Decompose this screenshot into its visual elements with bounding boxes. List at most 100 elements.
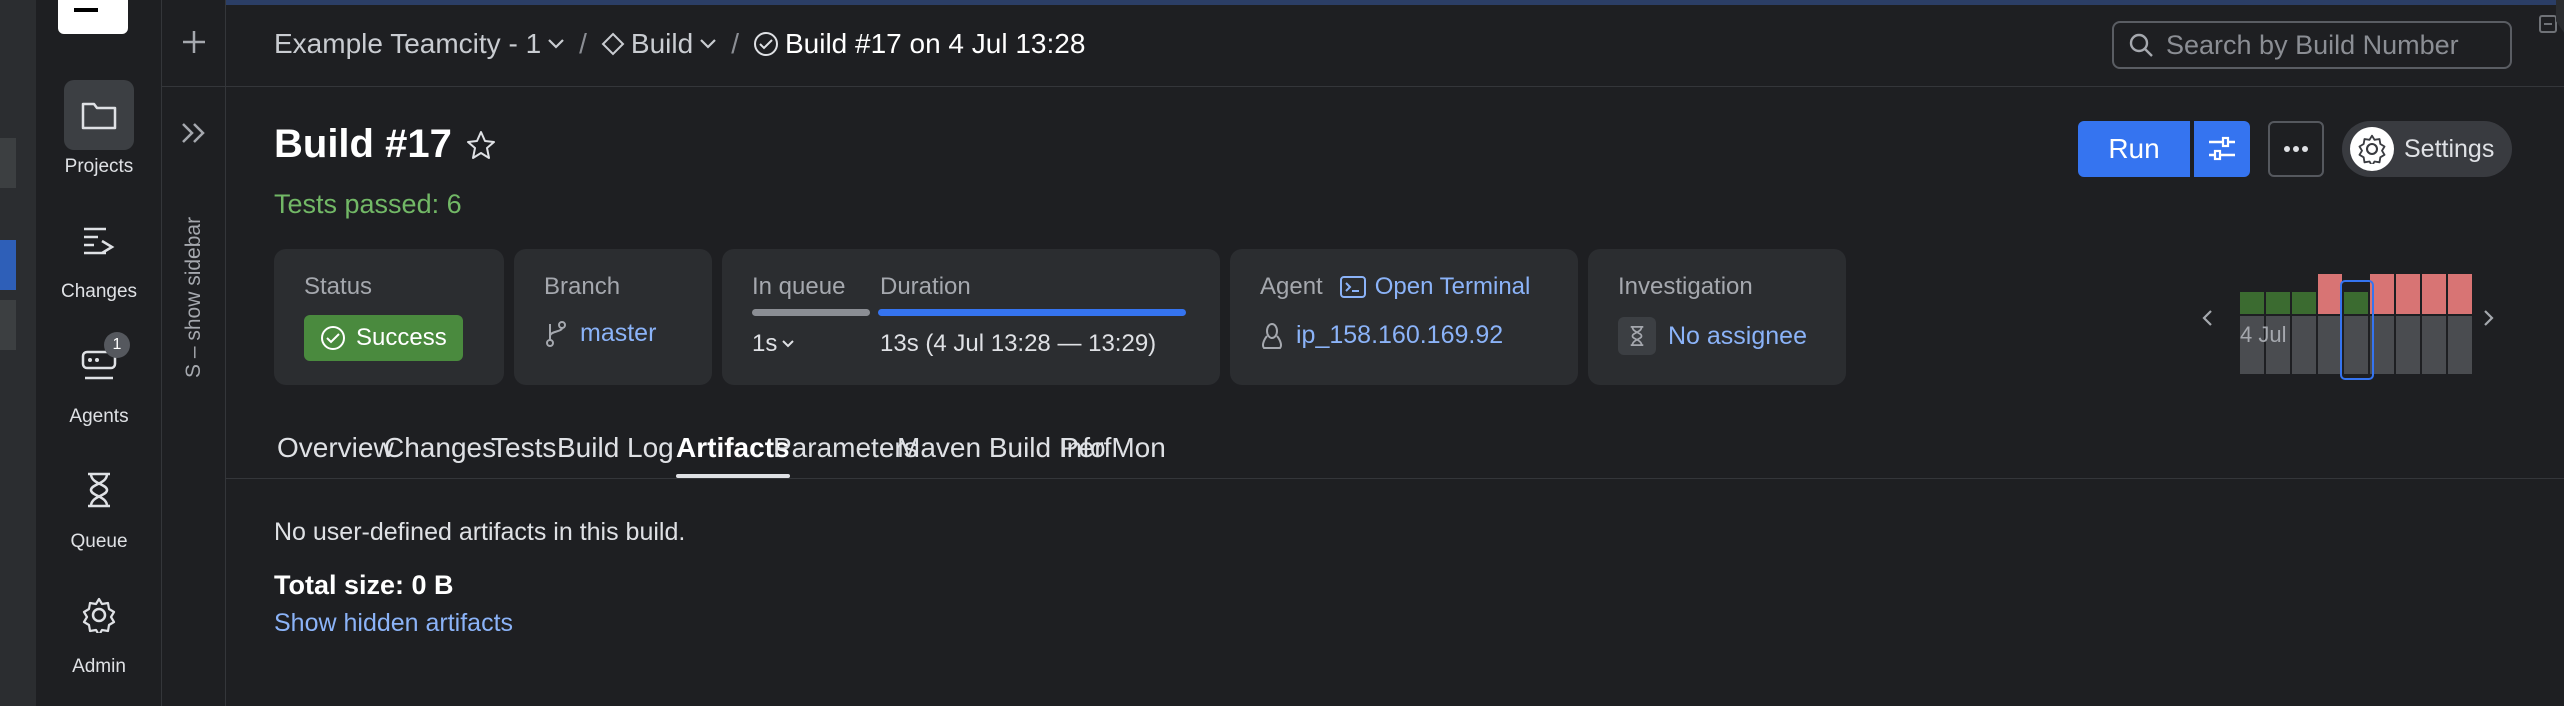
tab-perfmon[interactable]: PerfMon — [1060, 432, 1166, 464]
investigation-row[interactable]: No assignee — [1618, 317, 1816, 355]
chevron-down-icon — [782, 340, 795, 348]
status-badge: Success — [304, 315, 463, 361]
duration-track — [878, 309, 1186, 316]
history-build-duration — [2318, 316, 2342, 374]
ellipsis-icon — [2284, 146, 2308, 152]
run-button[interactable]: Run — [2078, 121, 2190, 177]
timing-card: In queue Duration 1s 13s (4 Jul 13:28 — … — [722, 249, 1220, 385]
queue-time: 1s — [752, 330, 778, 357]
folder-icon — [64, 80, 134, 150]
breadcrumb-project[interactable]: Example Teamcity - 1 — [274, 28, 565, 60]
breadcrumb-separator: / — [579, 28, 587, 59]
timing-bars — [752, 309, 1190, 316]
more-actions-button[interactable] — [2268, 121, 2324, 177]
changes-icon — [64, 205, 134, 275]
history-build-status — [2266, 292, 2290, 314]
chevron-down-icon — [548, 39, 564, 49]
duration-value: 13s (4 Jul 13:28 — 13:29) — [880, 330, 1157, 357]
edge-mark — [0, 300, 16, 350]
status-value: Success — [356, 324, 447, 351]
open-terminal-label: Open Terminal — [1374, 273, 1531, 300]
breadcrumb-current-label: Build #17 on 4 Jul 13:28 — [784, 28, 1086, 59]
in-queue-label: In queue — [752, 273, 846, 300]
branch-icon — [546, 320, 566, 347]
queue-value[interactable]: 1s — [752, 330, 870, 358]
teamcity-logo[interactable] — [58, 0, 128, 34]
tab-overview[interactable]: Overview — [277, 432, 394, 464]
history-date-label: 4 Jul — [2240, 322, 2287, 347]
tab-changes[interactable]: Changes — [384, 432, 496, 464]
history-build-bar[interactable] — [2396, 250, 2420, 380]
nav-admin-label: Admin — [72, 656, 126, 677]
agent-row[interactable]: ip_158.160.169.92 — [1260, 321, 1548, 350]
build-config-diamond-icon — [601, 32, 625, 56]
branch-value[interactable]: master — [580, 319, 656, 348]
history-build-bar[interactable] — [2318, 250, 2342, 380]
nav-queue[interactable]: Queue — [36, 455, 162, 553]
window-control-icon[interactable] — [2538, 14, 2558, 34]
branch-row[interactable]: master — [544, 319, 682, 348]
build-search[interactable] — [2112, 21, 2512, 69]
gear-icon — [64, 580, 134, 650]
history-build-duration — [2448, 316, 2472, 374]
tab-build-log[interactable]: Build Log — [557, 432, 674, 464]
show-hidden-artifacts-link[interactable]: Show hidden artifacts — [274, 609, 513, 638]
open-terminal-link[interactable]: Open Terminal — [1339, 273, 1531, 301]
agent-header: Agent Open Terminal — [1260, 273, 1548, 301]
run-options-button[interactable] — [2194, 121, 2250, 177]
breadcrumb: Example Teamcity - 1 / Build / Build #17… — [274, 28, 1085, 60]
sidebar-rail: S – show sidebar — [162, 0, 226, 706]
double-chevron-right-icon[interactable] — [176, 115, 212, 151]
edge-mark — [0, 240, 16, 290]
nav-projects[interactable]: Projects — [36, 80, 162, 178]
show-sidebar-toggle[interactable]: S – show sidebar — [182, 217, 206, 378]
star-icon[interactable] — [466, 130, 496, 160]
terminal-icon — [1339, 276, 1366, 298]
sliders-icon — [2209, 136, 2235, 161]
settings-label: Settings — [2404, 134, 2495, 163]
history-build-bar[interactable] — [2448, 250, 2472, 380]
agents-icon: 1 — [64, 330, 134, 400]
plus-icon[interactable] — [176, 24, 212, 60]
history-build-status — [2240, 292, 2264, 314]
chevron-down-icon — [700, 39, 716, 49]
nav-admin[interactable]: Admin — [36, 580, 162, 678]
agents-count-badge: 1 — [104, 332, 130, 358]
breadcrumb-project-label: Example Teamcity - 1 — [274, 28, 542, 59]
breadcrumb-build-config[interactable]: Build — [601, 28, 717, 60]
tab-parameters[interactable]: Parameters — [773, 432, 918, 464]
hourglass-icon — [1618, 317, 1656, 355]
history-build-bar[interactable] — [2266, 250, 2290, 380]
background-window-edge — [0, 0, 36, 706]
success-check-icon — [321, 326, 345, 350]
nav-agents[interactable]: 1 Agents — [36, 330, 162, 428]
nav-changes-label: Changes — [60, 281, 138, 302]
top-bar: Example Teamcity - 1 / Build / Build #17… — [226, 0, 2564, 87]
main-navigation: Projects Changes 1 Agents Queue Admin — [36, 0, 162, 706]
history-build-status — [2448, 274, 2472, 314]
search-icon — [2129, 33, 2153, 57]
duration-bar — [878, 309, 1186, 316]
agent-label: Agent — [1260, 273, 1323, 300]
chevron-left-icon[interactable] — [2200, 308, 2214, 328]
history-build-bar[interactable] — [2292, 250, 2316, 380]
hourglass-icon — [64, 455, 134, 525]
branch-label: Branch — [544, 273, 621, 300]
nav-changes[interactable]: Changes — [36, 205, 162, 303]
history-build-bar[interactable] — [2422, 250, 2446, 380]
history-build-status — [2422, 274, 2446, 314]
search-input[interactable] — [2166, 29, 2486, 61]
empty-artifacts-message: No user-defined artifacts in this build. — [274, 518, 686, 546]
history-build-bar[interactable] — [2240, 250, 2264, 380]
chevron-right-icon[interactable] — [2482, 308, 2496, 328]
investigation-value[interactable]: No assignee — [1668, 322, 1807, 351]
settings-button[interactable]: Settings — [2342, 121, 2512, 177]
duration-label: Duration — [880, 273, 971, 300]
agent-card: Agent Open Terminal ip_158.160.169.92 — [1230, 249, 1578, 385]
tab-tests[interactable]: Tests — [491, 432, 556, 464]
breadcrumb-build-config-label: Build — [630, 28, 694, 59]
agent-value[interactable]: ip_158.160.169.92 — [1296, 321, 1503, 350]
nav-queue-label: Queue — [70, 531, 128, 552]
build-tabs: Overview Changes Tests Build Log Artifacts Pa… — [226, 420, 2564, 479]
tests-summary[interactable]: Tests passed: 6 — [274, 189, 462, 220]
